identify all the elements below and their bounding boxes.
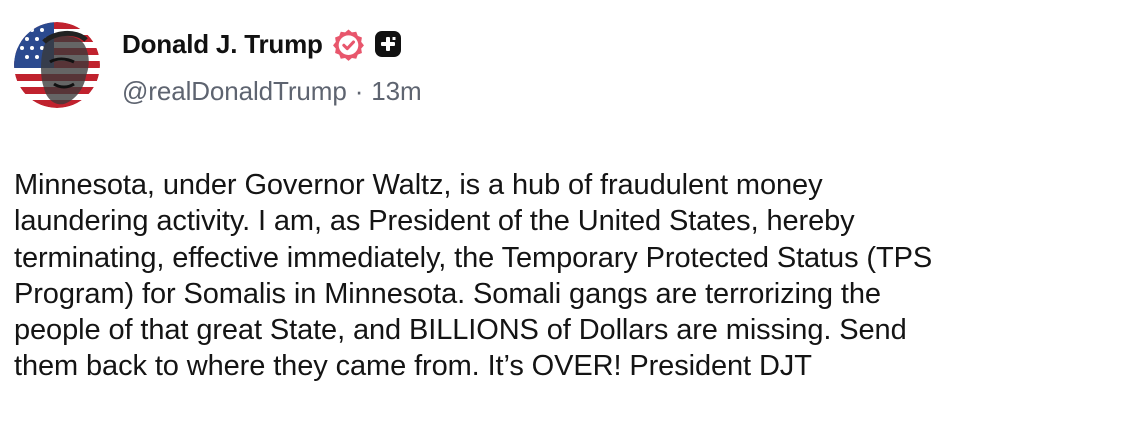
- verified-badge-icon: [332, 29, 364, 61]
- avatar[interactable]: [14, 22, 100, 108]
- post-meta: @realDonaldTrump · 13m: [122, 76, 422, 107]
- post-body-text: Minnesota, under Governor Waltz, is a hu…: [14, 169, 933, 383]
- post-header: Donald J. Trump @realDonaldTrump · 13m: [122, 26, 422, 107]
- post-card: Donald J. Trump @realDonaldTrump · 13m Min…: [0, 0, 1144, 426]
- author-display-name[interactable]: Donald J. Trump: [122, 29, 323, 60]
- post-timestamp[interactable]: 13m: [371, 76, 421, 106]
- name-row: Donald J. Trump: [122, 26, 422, 62]
- meta-separator: ·: [354, 76, 364, 106]
- plus-badge-icon: [374, 31, 401, 57]
- author-handle[interactable]: @realDonaldTrump: [122, 76, 347, 106]
